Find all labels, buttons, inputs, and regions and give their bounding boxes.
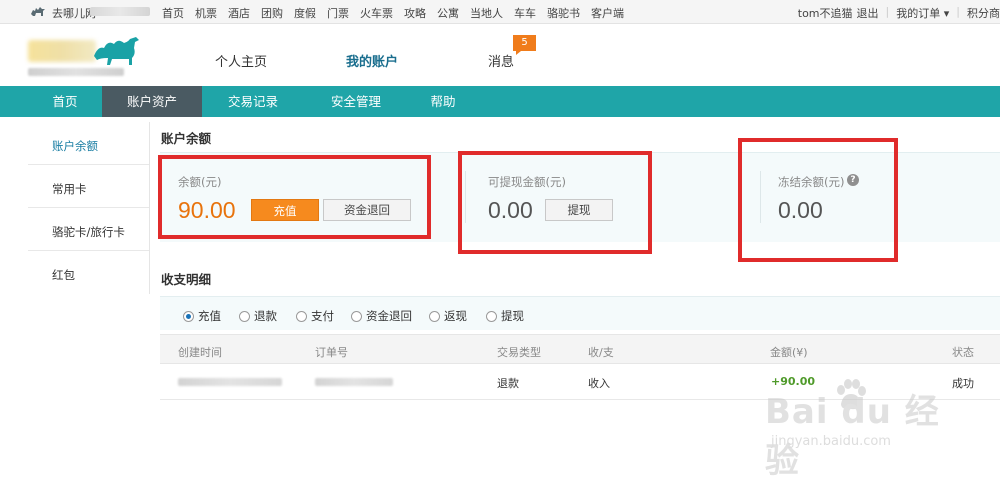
radio-icon: [486, 310, 497, 322]
baidu-watermark: Bai du 经验 jingyan.baidu.com: [757, 378, 947, 481]
balance-section-title: 账户余额: [161, 131, 212, 146]
filter-refund[interactable]: 退款: [239, 308, 277, 324]
filter-label: 充值: [198, 309, 221, 323]
points-link[interactable]: 积分商: [967, 5, 1000, 21]
top-nav: 首页 机票 酒店 团购 度假 门票 火车票 攻略 公寓 当地人 车车 骆驼书 客…: [162, 5, 635, 21]
sidebar-item-camel-card[interactable]: 骆驼卡/旅行卡: [28, 208, 149, 251]
camel-logo-icon[interactable]: [30, 5, 46, 17]
top-nav-item[interactable]: 火车票: [360, 5, 393, 21]
filter-label: 资金退回: [366, 309, 412, 323]
top-nav-item[interactable]: 酒店: [228, 5, 250, 21]
filter-label: 支付: [311, 309, 334, 323]
sidebar-item-balance[interactable]: 账户余额: [28, 122, 149, 165]
highlight-box: [158, 155, 431, 239]
top-nav-item[interactable]: 首页: [162, 5, 184, 21]
col-amount: 金额(¥): [770, 346, 808, 359]
top-nav-item[interactable]: 当地人: [470, 5, 503, 21]
tab-security[interactable]: 安全管理: [304, 86, 408, 117]
tab-account-assets[interactable]: 账户资产: [102, 86, 202, 117]
table-header: 创建时间 订单号 交易类型 收/支 金额(¥) 状态: [160, 334, 1000, 364]
header: 个人主页 我的账户 消息 5: [0, 24, 1000, 84]
watermark-brand: Bai du 经验: [765, 392, 940, 481]
details-section-title: 收支明细: [161, 272, 212, 287]
nav-messages[interactable]: 消息: [488, 51, 514, 70]
col-direction: 收/支: [588, 346, 614, 359]
sidebar-item-cards[interactable]: 常用卡: [28, 165, 149, 208]
radio-checked-icon: [183, 310, 194, 322]
top-nav-item[interactable]: 客户端: [591, 5, 624, 21]
highlight-box: [458, 151, 652, 254]
filter-cashback[interactable]: 返现: [429, 308, 467, 324]
my-orders-link[interactable]: 我的订单 ▾: [896, 5, 949, 21]
top-nav-item[interactable]: 骆驼书: [547, 5, 580, 21]
row-status: 成功: [952, 377, 974, 390]
top-nav-item[interactable]: 机票: [195, 5, 217, 21]
radio-icon: [351, 310, 362, 322]
top-nav-item[interactable]: 门票: [327, 5, 349, 21]
sidebar: 账户余额 常用卡 骆驼卡/旅行卡 红包: [28, 122, 150, 294]
filter-label: 退款: [254, 309, 277, 323]
highlight-box: [738, 138, 898, 262]
filter-payment[interactable]: 支付: [296, 308, 334, 324]
message-count-badge: 5: [513, 35, 536, 55]
user-menu: tom不追猫 退出 | 我的订单 ▾ | 积分商: [798, 5, 1000, 21]
top-bar: 去哪儿网 首页 机票 酒店 团购 度假 门票 火车票 攻略 公寓 当地人 车车 …: [0, 0, 1000, 24]
filter-bar: 充值 退款 支付 资金退回 返现 提现: [160, 296, 1000, 330]
row-direction: 收入: [588, 377, 610, 390]
blurred-text: [90, 7, 150, 16]
top-nav-item[interactable]: 车车: [514, 5, 536, 21]
tab-home[interactable]: 首页: [28, 86, 102, 117]
blurred-slogan: [28, 68, 124, 76]
blurred-logo-text: [28, 40, 96, 62]
divider: |: [885, 5, 890, 18]
blurred-time: [178, 378, 282, 386]
radio-icon: [239, 310, 250, 322]
filter-withdraw[interactable]: 提现: [486, 308, 524, 324]
col-order-no: 订单号: [315, 346, 348, 359]
nav-my-account[interactable]: 我的账户: [346, 51, 398, 70]
row-type: 退款: [497, 377, 519, 390]
watermark-url: jingyan.baidu.com: [771, 434, 891, 449]
filter-recharge[interactable]: 充值: [183, 308, 221, 324]
blurred-order-no[interactable]: [315, 378, 393, 386]
top-nav-item[interactable]: 公寓: [437, 5, 459, 21]
username[interactable]: tom不追猫: [798, 5, 853, 21]
col-status: 状态: [952, 346, 974, 359]
filter-label: 提现: [501, 309, 524, 323]
divider: |: [956, 5, 960, 18]
filter-fund-return[interactable]: 资金退回: [351, 308, 412, 324]
tab-help[interactable]: 帮助: [408, 86, 478, 117]
top-nav-item[interactable]: 团购: [261, 5, 283, 21]
radio-icon: [429, 310, 440, 322]
radio-icon: [296, 310, 307, 322]
brand-logo[interactable]: [28, 32, 143, 80]
tab-transactions[interactable]: 交易记录: [202, 86, 304, 117]
main-nav: 首页 账户资产 交易记录 安全管理 帮助: [0, 86, 1000, 117]
top-nav-item[interactable]: 攻略: [404, 5, 426, 21]
logout-link[interactable]: 退出: [857, 5, 879, 21]
nav-personal-home[interactable]: 个人主页: [215, 51, 267, 70]
camel-icon: [94, 37, 139, 65]
col-created-time: 创建时间: [178, 346, 222, 359]
top-nav-item[interactable]: 度假: [294, 5, 316, 21]
sidebar-item-red-packet[interactable]: 红包: [28, 251, 149, 294]
filter-label: 返现: [444, 309, 467, 323]
col-type: 交易类型: [497, 346, 541, 359]
